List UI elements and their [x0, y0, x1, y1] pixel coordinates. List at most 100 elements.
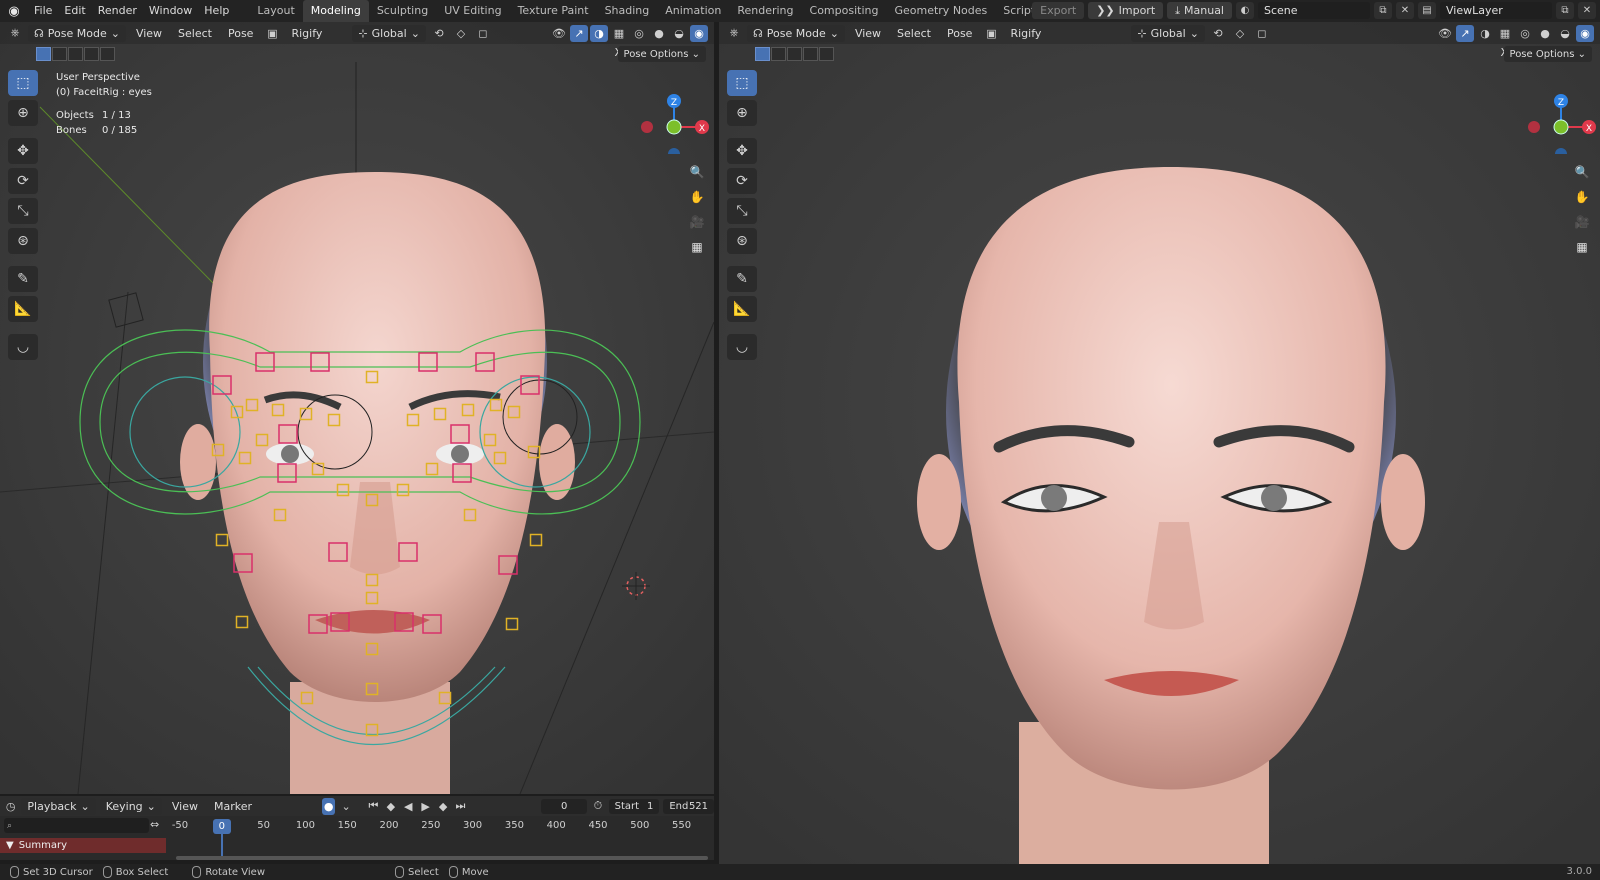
- tab-geometry-nodes[interactable]: Geometry Nodes: [886, 0, 995, 22]
- tab-uv-editing[interactable]: UV Editing: [436, 0, 509, 22]
- move-tool-icon[interactable]: ✥: [727, 138, 757, 164]
- editor-type-icon[interactable]: ⎈: [6, 25, 24, 42]
- mode-selector[interactable]: ☊ Pose Mode ⌄: [28, 24, 126, 42]
- bone-control-handle[interactable]: [433, 407, 447, 421]
- playback-menu[interactable]: Playback ⌄: [21, 797, 96, 815]
- delete-scene-icon[interactable]: ✕: [1396, 2, 1414, 19]
- import-button[interactable]: ❯❯ Import: [1088, 2, 1164, 19]
- play-icon[interactable]: ▶: [419, 798, 432, 815]
- move-tool-icon[interactable]: ✥: [8, 138, 38, 164]
- bone-control-handle[interactable]: [211, 443, 225, 457]
- proportional-edit-icon[interactable]: ◻: [474, 25, 492, 42]
- bone-control-handle[interactable]: [255, 352, 275, 372]
- bone-control-handle[interactable]: [311, 462, 325, 476]
- end-frame-field[interactable]: End 521: [663, 798, 715, 814]
- bone-control-handle[interactable]: [365, 723, 379, 737]
- gizmo-toggle-icon[interactable]: ↗: [570, 24, 588, 42]
- keying-menu[interactable]: Keying ⌄: [99, 797, 162, 815]
- menu-render[interactable]: Render: [92, 0, 143, 22]
- overlay-toggle-icon[interactable]: ◑: [1476, 25, 1494, 42]
- menu-edit[interactable]: Edit: [58, 0, 91, 22]
- select-difference-icon[interactable]: [84, 47, 99, 61]
- select-new-icon[interactable]: [755, 47, 770, 61]
- bone-control-handle[interactable]: [299, 407, 313, 421]
- gizmo-y-axis[interactable]: [1553, 119, 1569, 135]
- pose-options-dropdown[interactable]: Pose Options ⌄: [617, 46, 706, 62]
- playhead-frame-indicator[interactable]: 0: [212, 819, 231, 834]
- zoom-icon[interactable]: 🔍: [1571, 162, 1593, 182]
- bone-control-handle[interactable]: [336, 483, 350, 497]
- tab-modeling[interactable]: Modeling: [302, 0, 369, 22]
- bone-control-handle[interactable]: [300, 691, 314, 705]
- bone-control-handle[interactable]: [365, 493, 379, 507]
- wireframe-shading-icon[interactable]: ◎: [1516, 25, 1534, 42]
- zoom-icon[interactable]: 🔍: [686, 162, 708, 182]
- menu-window[interactable]: Window: [143, 0, 198, 22]
- solid-shading-icon[interactable]: ●: [1536, 25, 1554, 42]
- tab-compositing[interactable]: Compositing: [802, 0, 887, 22]
- bone-control-handle[interactable]: [310, 352, 330, 372]
- bone-control-handle[interactable]: [452, 463, 472, 483]
- bone-control-handle[interactable]: [520, 375, 540, 395]
- relax-pose-tool-icon[interactable]: ◡: [8, 334, 38, 360]
- next-keyframe-icon[interactable]: ◆: [436, 798, 449, 815]
- snap-icon[interactable]: ◇: [1231, 25, 1249, 42]
- select-extend-icon[interactable]: [52, 47, 67, 61]
- bone-control-handle[interactable]: [255, 433, 269, 447]
- gizmo-neg-x[interactable]: [641, 121, 653, 133]
- select-box-tool-icon[interactable]: ⬚: [727, 70, 757, 96]
- bone-control-handle[interactable]: [365, 370, 379, 384]
- menu-pose[interactable]: Pose: [222, 27, 259, 40]
- menu-rigify[interactable]: Rigify: [285, 27, 328, 40]
- select-intersect-icon[interactable]: [819, 47, 834, 61]
- scene-selector[interactable]: Scene: [1258, 2, 1370, 19]
- annotate-tool-icon[interactable]: ✎: [8, 266, 38, 292]
- select-intersect-icon[interactable]: [100, 47, 115, 61]
- bone-control-handle[interactable]: [245, 398, 259, 412]
- bone-control-handle[interactable]: [273, 508, 287, 522]
- tab-rendering[interactable]: Rendering: [729, 0, 801, 22]
- stopwatch-icon[interactable]: ⏱: [591, 798, 604, 815]
- bone-control-handle[interactable]: [529, 533, 543, 547]
- scale-tool-icon[interactable]: ⤡: [727, 198, 757, 224]
- bone-control-handle[interactable]: [483, 433, 497, 447]
- timeline-view-menu[interactable]: View: [166, 800, 204, 813]
- bone-control-handle[interactable]: [271, 403, 285, 417]
- measure-tool-icon[interactable]: 📐: [8, 296, 38, 322]
- material-shading-icon[interactable]: ◒: [1556, 25, 1574, 42]
- bone-control-handle[interactable]: [328, 542, 348, 562]
- timeline-scrollbar[interactable]: [176, 856, 708, 860]
- select-subtract-icon[interactable]: [68, 47, 83, 61]
- gizmo-neg-z[interactable]: [668, 148, 680, 154]
- visibility-icon[interactable]: 👁: [550, 25, 568, 42]
- measure-tool-icon[interactable]: 📐: [727, 296, 757, 322]
- xray-icon[interactable]: ▦: [1496, 25, 1514, 42]
- perspective-grid-icon[interactable]: ▦: [1571, 237, 1593, 257]
- snap-icon[interactable]: ◇: [452, 25, 470, 42]
- tab-texture-paint[interactable]: Texture Paint: [510, 0, 597, 22]
- menu-file[interactable]: File: [28, 0, 58, 22]
- scene-icon[interactable]: ◐: [1236, 2, 1254, 19]
- bone-control-handle[interactable]: [438, 691, 452, 705]
- bone-control-handle[interactable]: [308, 614, 328, 634]
- bone-control-handle[interactable]: [498, 555, 518, 575]
- timeline-editor-type-icon[interactable]: ◷: [4, 798, 17, 815]
- pan-hand-icon[interactable]: ✋: [1571, 187, 1593, 207]
- bone-control-handle[interactable]: [233, 553, 253, 573]
- bone-control-handle[interactable]: [365, 642, 379, 656]
- select-difference-icon[interactable]: [803, 47, 818, 61]
- auto-keying-record-icon[interactable]: ●: [322, 797, 336, 815]
- mode-selector[interactable]: ☊ Pose Mode ⌄: [747, 24, 845, 42]
- bone-control-handle[interactable]: [463, 508, 477, 522]
- rotate-tool-icon[interactable]: ⟳: [727, 168, 757, 194]
- pan-hand-icon[interactable]: ✋: [686, 187, 708, 207]
- jump-start-icon[interactable]: ⏮: [367, 798, 380, 815]
- bone-control-handle[interactable]: [450, 424, 470, 444]
- xray-icon[interactable]: ▦: [610, 25, 628, 42]
- bone-control-handle[interactable]: [425, 462, 439, 476]
- gizmo-y-axis[interactable]: [666, 119, 682, 135]
- solid-shading-icon[interactable]: ●: [650, 25, 668, 42]
- bone-control-handle[interactable]: [489, 398, 503, 412]
- manual-button[interactable]: ⤓ Manual: [1167, 2, 1232, 19]
- swap-icon[interactable]: ⇔: [150, 818, 159, 831]
